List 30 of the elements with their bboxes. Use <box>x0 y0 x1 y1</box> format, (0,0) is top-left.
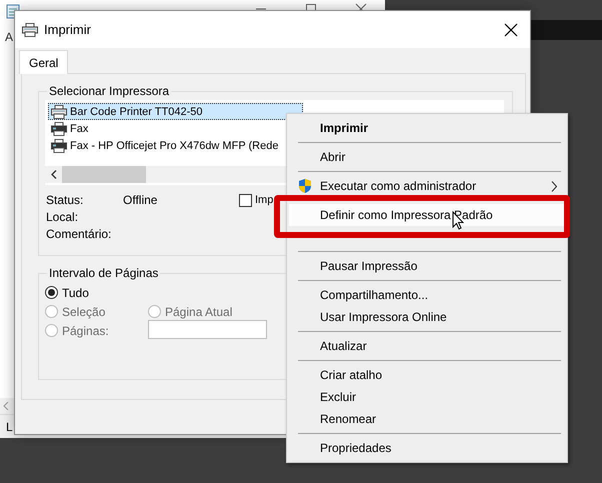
group-title: Intervalo de Páginas <box>48 266 160 280</box>
status-text: L <box>6 420 13 434</box>
menu-item[interactable]: Definir como Impressora Padrão <box>289 204 565 226</box>
menu-item[interactable]: A <box>5 30 14 44</box>
radio-option[interactable]: Tudo <box>45 284 148 301</box>
fax-icon <box>51 122 67 136</box>
fax-icon <box>51 138 67 152</box>
group-title: Selecionar Impressora <box>48 84 170 98</box>
menu-item[interactable]: Excluir <box>289 386 565 408</box>
chevron-left-icon[interactable] <box>50 170 56 179</box>
scroll-thumb[interactable] <box>62 166 146 183</box>
tab[interactable]: Geral <box>19 50 68 74</box>
printer-icon <box>51 104 67 118</box>
menu-item[interactable]: Criar atalho <box>289 364 565 386</box>
menu-item[interactable]: Pausar Impressão <box>289 255 565 277</box>
field-label: Local: <box>46 210 80 224</box>
menu-item[interactable]: Propriedades <box>289 437 565 459</box>
field-value: Offline <box>123 193 158 207</box>
menu-item[interactable]: Usar Impressora Online <box>289 306 565 328</box>
checkbox[interactable] <box>239 194 252 206</box>
input-field[interactable] <box>148 320 267 339</box>
printer-item[interactable]: Bar Code Printer TT042-50 <box>48 103 303 120</box>
menu-item[interactable]: Compartilhamento... <box>289 284 565 306</box>
printer-icon <box>22 22 38 36</box>
menu-item[interactable]: Renomear <box>289 408 565 430</box>
checkbox-label[interactable]: Imp <box>255 194 274 206</box>
field-label: Comentário: <box>46 227 112 241</box>
dialog-title: Imprimir <box>44 22 92 37</box>
menu-item[interactable]: Atualizar <box>289 335 565 357</box>
field-label: Status: <box>46 193 84 207</box>
